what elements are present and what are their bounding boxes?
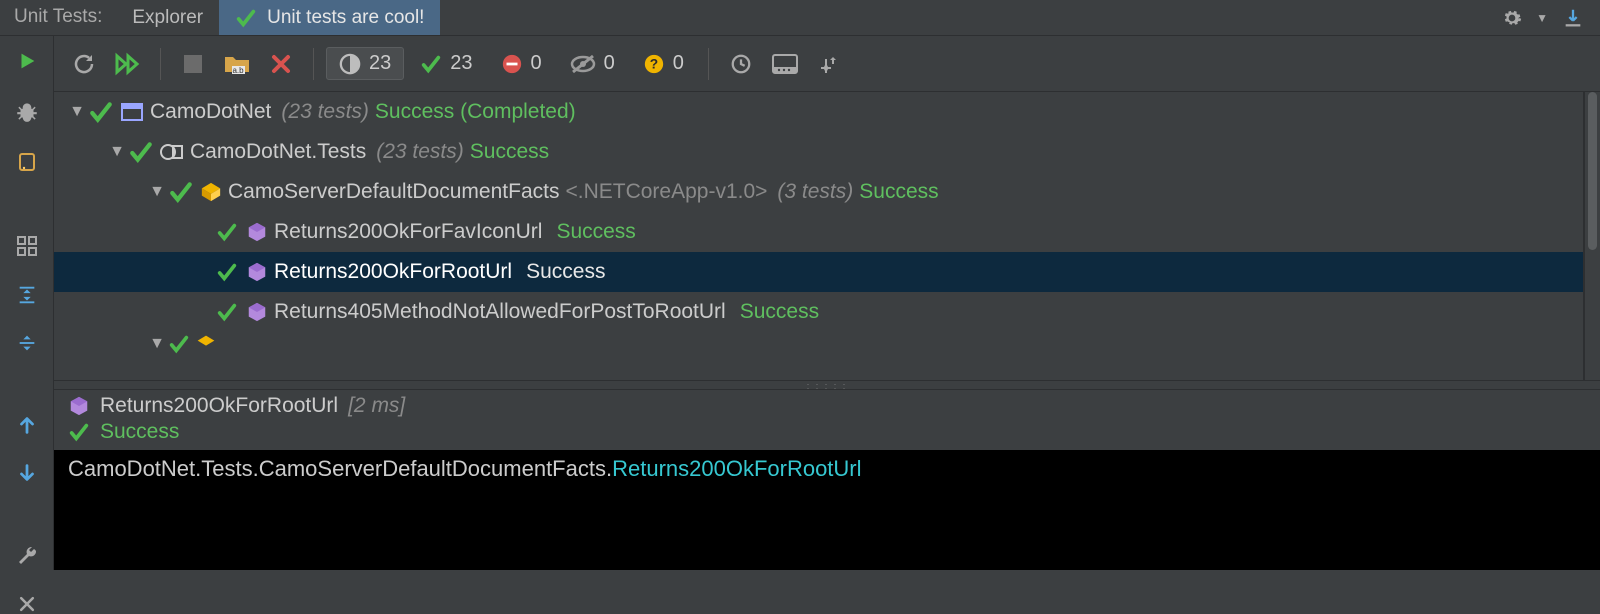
project-icon [120, 101, 144, 123]
rerun-icon[interactable] [64, 44, 104, 84]
filter-ignored[interactable]: 0 [558, 48, 627, 79]
run-all-icon[interactable] [108, 44, 148, 84]
namespace-icon[interactable]: a.b [217, 44, 257, 84]
module-icon [160, 141, 184, 163]
scrollbar-thumb[interactable] [1588, 92, 1597, 250]
node-name: CamoServerDefaultDocumentFacts [228, 180, 559, 204]
output-prefix: CamoDotNet.Tests.CamoServerDefaultDocume… [68, 456, 612, 481]
class-icon [200, 181, 222, 203]
node-count: (23 tests) [281, 100, 369, 124]
test-icon [246, 301, 268, 323]
class-icon [196, 334, 216, 354]
tab-strip: Unit Tests: Explorer Unit tests are cool… [0, 0, 1600, 36]
test-icon [68, 395, 90, 417]
detail-status: Success [100, 420, 179, 444]
counter-value: 0 [531, 52, 542, 75]
node-framework: <.NETCoreApp-v1.0> [565, 180, 767, 204]
bug-icon[interactable] [13, 98, 41, 124]
expander-icon[interactable]: ▼ [146, 335, 168, 353]
check-icon [216, 221, 238, 243]
check-icon [68, 421, 90, 443]
node-status: Success [556, 220, 635, 244]
run-icon[interactable] [13, 50, 41, 72]
splitter-handle[interactable]: : : : : : [54, 380, 1600, 390]
tree-row[interactable]: Returns405MethodNotAllowedForPostToRootU… [54, 292, 1583, 332]
check-icon [216, 301, 238, 323]
detail-name: Returns200OkForRootUrl [100, 394, 338, 418]
check-icon [128, 139, 154, 165]
filter-total[interactable]: 23 [326, 47, 404, 80]
tree-row[interactable]: ▼ CamoDotNet (23 tests) Success (Complet… [54, 92, 1583, 132]
check-icon [235, 7, 257, 29]
cover-icon[interactable] [13, 150, 41, 174]
tree-row[interactable]: ▼ CamoServerDefaultDocumentFacts <.NETCo… [54, 172, 1583, 212]
filter-failed[interactable]: 0 [489, 48, 554, 79]
toolwindow-title: Unit Tests: [0, 0, 116, 35]
delete-icon[interactable] [261, 44, 301, 84]
tab-label: Unit tests are cool! [267, 7, 424, 29]
options-icon[interactable] [809, 44, 849, 84]
stop-icon[interactable] [173, 44, 213, 84]
counter-value: 23 [450, 52, 472, 75]
clock-icon[interactable] [721, 44, 761, 84]
output-console[interactable]: CamoDotNet.Tests.CamoServerDefaultDocume… [54, 450, 1600, 570]
toolbar: a.b 23 23 0 0 [54, 36, 1600, 92]
check-icon [168, 179, 194, 205]
detail-duration: [2 ms] [348, 394, 405, 418]
node-status: Success [740, 300, 819, 324]
wrench-icon[interactable] [13, 544, 41, 568]
chevron-down-icon[interactable]: ▼ [1536, 11, 1548, 25]
test-icon [246, 261, 268, 283]
tab-label: Explorer [132, 7, 203, 29]
filter-inconclusive[interactable]: ? 0 [631, 48, 696, 79]
counter-value: 0 [673, 52, 684, 75]
tree-row[interactable]: Returns200OkForFavIconUrl Success [54, 212, 1583, 252]
import-icon[interactable] [1562, 7, 1584, 29]
collapse-vert-icon[interactable] [13, 332, 41, 354]
tree-row-peek[interactable]: ▼ [54, 332, 1583, 356]
node-status: Success [526, 260, 605, 284]
counter-value: 23 [369, 52, 391, 75]
node-status: Success [470, 140, 549, 164]
node-name: CamoDotNet [150, 100, 271, 124]
gear-icon[interactable] [1502, 8, 1522, 28]
grid-icon[interactable] [13, 234, 41, 258]
counter-value: 0 [604, 52, 615, 75]
tree-row[interactable]: ▼ CamoDotNet.Tests (23 tests) Success [54, 132, 1583, 172]
tree-row-selected[interactable]: Returns200OkForRootUrl Success [54, 252, 1583, 292]
tab-explorer[interactable]: Explorer [116, 0, 219, 35]
svg-text:a.b: a.b [232, 66, 244, 75]
tab-session[interactable]: Unit tests are cool! [219, 0, 440, 35]
node-count: (23 tests) [376, 140, 464, 164]
node-status: Success (Completed) [375, 100, 576, 124]
close-icon[interactable] [13, 594, 41, 614]
node-name: Returns200OkForRootUrl [274, 260, 512, 284]
test-tree[interactable]: ▼ CamoDotNet (23 tests) Success (Complet… [54, 92, 1584, 380]
check-icon [420, 53, 442, 75]
output-icon[interactable] [765, 44, 805, 84]
vertical-scrollbar[interactable] [1584, 92, 1600, 380]
arrow-up-icon[interactable] [13, 414, 41, 436]
filter-passed[interactable]: 23 [408, 48, 484, 79]
check-icon [88, 99, 114, 125]
output-method: Returns200OkForRootUrl [612, 456, 861, 481]
node-name: CamoDotNet.Tests [190, 140, 366, 164]
expander-icon[interactable]: ▼ [146, 183, 168, 201]
check-icon [168, 333, 190, 355]
node-status: Success [859, 180, 938, 204]
svg-text:?: ? [650, 56, 658, 71]
detail-pane: Returns200OkForRootUrl [2 ms] Success [54, 390, 1600, 444]
node-count: (3 tests) [777, 180, 853, 204]
side-gutter [0, 36, 54, 570]
node-name: Returns200OkForFavIconUrl [274, 220, 542, 244]
arrow-down-icon[interactable] [13, 462, 41, 484]
expander-icon[interactable]: ▼ [66, 103, 88, 121]
node-name: Returns405MethodNotAllowedForPostToRootU… [274, 300, 726, 324]
expand-vert-icon[interactable] [13, 284, 41, 306]
check-icon [216, 261, 238, 283]
test-icon [246, 221, 268, 243]
expander-icon[interactable]: ▼ [106, 143, 128, 161]
